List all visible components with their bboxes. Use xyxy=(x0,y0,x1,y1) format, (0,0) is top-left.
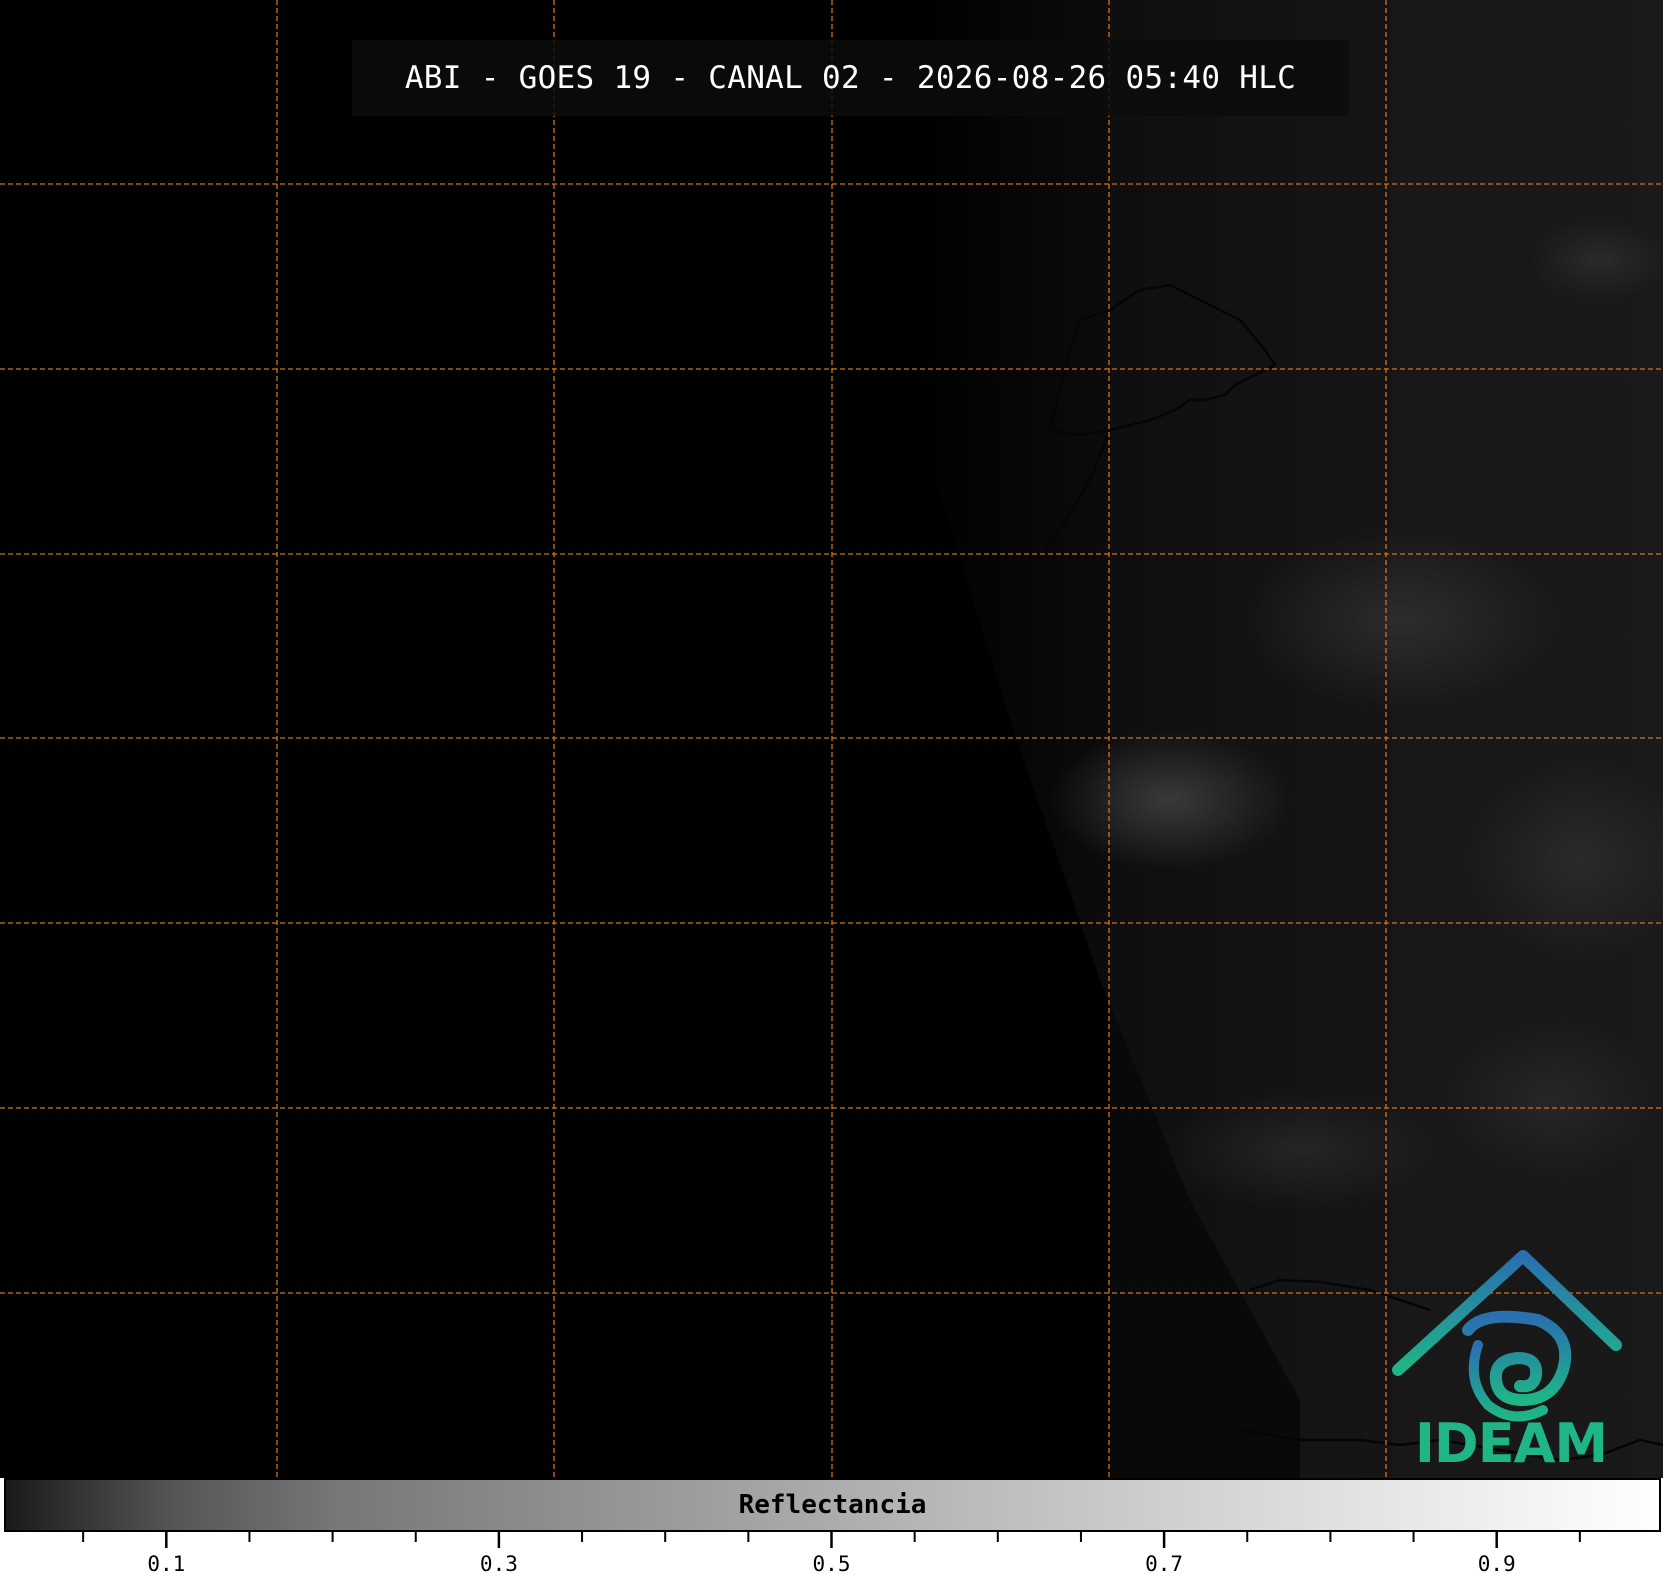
colorbar-tick-label: 0.5 xyxy=(812,1552,851,1576)
colorbar: Reflectancia xyxy=(4,1478,1661,1532)
colorbar-tick-label: 0.3 xyxy=(479,1552,518,1576)
colorbar-tick-label: 0.7 xyxy=(1145,1552,1184,1576)
image-title: ABI - GOES 19 - CANAL 02 - 2026-08-26 05… xyxy=(404,60,1297,96)
title-box: ABI - GOES 19 - CANAL 02 - 2026-08-26 05… xyxy=(352,40,1349,116)
colorbar-label: Reflectancia xyxy=(738,1490,927,1520)
colorbar-tick-label: 0.1 xyxy=(147,1552,186,1576)
colorbar-tick-label: 0.9 xyxy=(1477,1552,1516,1576)
logo-wordmark: IDEAM xyxy=(1414,1412,1608,1475)
